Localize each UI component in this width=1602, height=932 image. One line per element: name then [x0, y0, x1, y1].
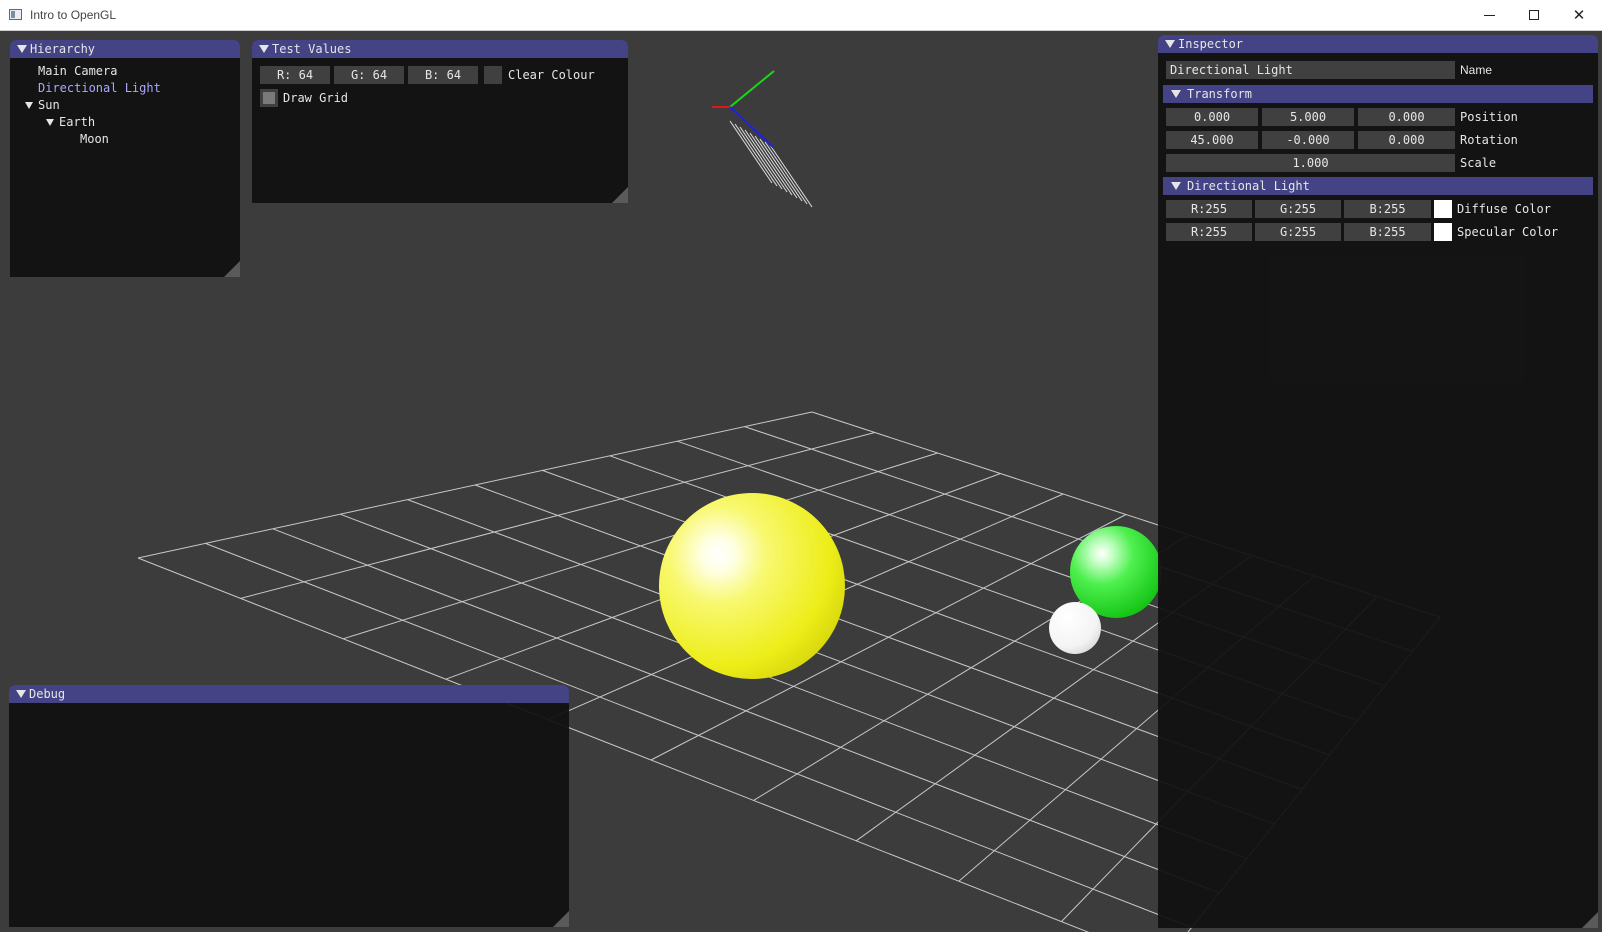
collapse-triangle-icon	[17, 45, 27, 53]
directional-light-title: Directional Light	[1187, 179, 1310, 193]
name-field[interactable]: Directional Light	[1166, 61, 1455, 79]
tree-item-label: Sun	[38, 98, 60, 112]
rotation-z-field[interactable]: 0.000	[1358, 131, 1455, 149]
transform-header[interactable]: Transform	[1163, 85, 1593, 103]
rotation-x-field[interactable]: 45.000	[1166, 131, 1258, 149]
hierarchy-panel: Hierarchy Main Camera Directional Light …	[10, 40, 240, 277]
app-window-icon	[9, 9, 22, 20]
gizmo-ray	[749, 132, 793, 196]
debug-title: Debug	[29, 687, 66, 701]
tree-item-directional-light[interactable]: Directional Light	[38, 80, 161, 97]
moon-sphere	[1049, 602, 1101, 654]
resize-grip[interactable]	[1582, 912, 1598, 928]
specular-b-field[interactable]: B:255	[1344, 223, 1431, 241]
tree-item-label: Moon	[80, 132, 109, 146]
window-titlebar: Intro to OpenGL ✕	[0, 0, 1602, 31]
rotation-y-field[interactable]: -0.000	[1262, 131, 1354, 149]
position-y-field[interactable]: 5.000	[1262, 108, 1354, 126]
minimize-icon	[1484, 15, 1495, 16]
diffuse-r-field[interactable]: R:255	[1166, 200, 1252, 218]
minimize-button[interactable]	[1466, 0, 1512, 30]
resize-grip[interactable]	[224, 261, 240, 277]
inspector-header[interactable]: Inspector	[1158, 35, 1598, 53]
scale-label: Scale	[1460, 156, 1497, 170]
specular-g-field[interactable]: G:255	[1255, 223, 1341, 241]
diffuse-color-swatch[interactable]	[1434, 200, 1452, 218]
scale-field[interactable]: 1.000	[1166, 154, 1455, 172]
tree-item-moon[interactable]: Moon	[80, 131, 109, 148]
tree-item-earth[interactable]: Earth	[59, 114, 95, 131]
position-label: Position	[1460, 110, 1518, 124]
collapse-triangle-icon	[259, 45, 269, 53]
close-icon: ✕	[1572, 6, 1586, 24]
draw-grid-label: Draw Grid	[283, 91, 349, 105]
tree-item-label: Directional Light	[38, 81, 161, 95]
sun-sphere	[659, 493, 845, 679]
close-button[interactable]: ✕	[1556, 0, 1602, 30]
name-label: Name	[1460, 63, 1493, 77]
checkbox-check	[263, 92, 275, 104]
window-title: Intro to OpenGL	[30, 8, 117, 22]
specular-color-swatch[interactable]	[1434, 223, 1452, 241]
tree-item-label: Earth	[59, 115, 96, 129]
maximize-icon	[1529, 10, 1539, 20]
test-values-header[interactable]: Test Values	[252, 40, 628, 58]
specular-r-field[interactable]: R:255	[1166, 223, 1252, 241]
collapse-triangle-icon	[1171, 90, 1181, 98]
position-z-field[interactable]: 0.000	[1358, 108, 1455, 126]
test-values-title: Test Values	[272, 42, 352, 56]
resize-grip[interactable]	[612, 187, 628, 203]
maximize-button[interactable]	[1511, 0, 1557, 30]
diffuse-g-field[interactable]: G:255	[1255, 200, 1341, 218]
expand-triangle-icon[interactable]	[25, 102, 33, 109]
hierarchy-header[interactable]: Hierarchy	[10, 40, 240, 58]
debug-panel: Debug	[9, 685, 569, 927]
directional-light-header[interactable]: Directional Light	[1163, 177, 1593, 195]
position-x-field[interactable]: 0.000	[1166, 108, 1258, 126]
rotation-label: Rotation	[1460, 133, 1518, 147]
specular-color-label: Specular Color	[1457, 225, 1559, 239]
light-gizmo	[712, 70, 813, 208]
tree-item-label: Main Camera	[38, 64, 118, 78]
test-values-panel: Test Values R: 64 G: 64 B: 64 Clear Colo…	[252, 40, 628, 203]
clear-r-field[interactable]: R: 64	[260, 66, 330, 84]
clear-colour-swatch[interactable]	[484, 66, 502, 84]
expand-triangle-icon[interactable]	[46, 119, 54, 126]
hierarchy-title: Hierarchy	[30, 42, 96, 56]
collapse-triangle-icon	[16, 690, 26, 698]
collapse-triangle-icon	[1171, 182, 1181, 190]
tree-item-sun[interactable]: Sun	[38, 97, 60, 114]
clear-colour-label: Clear Colour	[508, 68, 595, 82]
debug-header[interactable]: Debug	[9, 685, 569, 703]
diffuse-color-label: Diffuse Color	[1457, 202, 1551, 216]
tree-item-main-camera[interactable]: Main Camera	[38, 63, 117, 80]
inspector-panel: Inspector Directional Light Name Transfo…	[1158, 35, 1598, 928]
resize-grip[interactable]	[553, 911, 569, 927]
transform-title: Transform	[1187, 87, 1253, 101]
collapse-triangle-icon	[1165, 40, 1175, 48]
diffuse-b-field[interactable]: B:255	[1344, 200, 1431, 218]
clear-g-field[interactable]: G: 64	[334, 66, 404, 84]
clear-b-field[interactable]: B: 64	[408, 66, 478, 84]
draw-grid-checkbox[interactable]	[260, 89, 278, 107]
inspector-title: Inspector	[1178, 37, 1244, 51]
